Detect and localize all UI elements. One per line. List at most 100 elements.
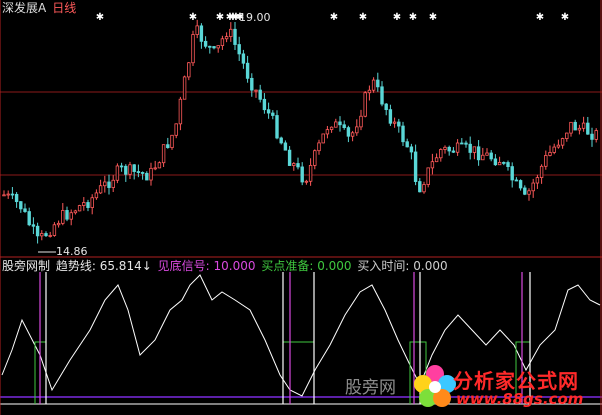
- candle-body: [506, 162, 510, 167]
- candle-body: [166, 144, 170, 148]
- candle-body: [140, 172, 145, 174]
- candle-body: [493, 158, 498, 166]
- candle-body: [187, 62, 191, 78]
- candle-body: [195, 25, 199, 35]
- candle-body: [367, 89, 372, 94]
- candle-body: [241, 53, 246, 64]
- signal-star-icon: ✱: [561, 12, 569, 23]
- signal-star-icon: ✱: [536, 12, 544, 23]
- bottom-signal-value: 10.000: [213, 259, 256, 273]
- candle-body: [203, 40, 208, 47]
- stock-name: 深发展A: [2, 1, 47, 15]
- candle-body: [594, 130, 598, 140]
- candle-body: [485, 152, 489, 156]
- candle-body: [19, 201, 23, 210]
- candle-body: [405, 141, 409, 148]
- candle-body: [401, 125, 405, 143]
- candle-body: [23, 208, 27, 212]
- candle-body: [455, 142, 460, 153]
- candle-body: [119, 165, 124, 168]
- signal-star-icon: ✱: [189, 12, 197, 23]
- candle-body: [275, 115, 279, 139]
- candle-body: [518, 180, 523, 189]
- signal-star-icon: ✱: [216, 12, 224, 23]
- buy-time-value: 0.000: [413, 259, 448, 273]
- candle-body: [216, 45, 220, 49]
- candle-body: [250, 77, 254, 91]
- candle-body: [581, 122, 586, 129]
- candle-body: [380, 86, 384, 105]
- candle-body: [476, 146, 481, 161]
- high-price-label: 19.00: [239, 11, 271, 24]
- candle-body: [502, 162, 506, 164]
- signal-star-icon: ✱: [429, 12, 437, 23]
- brand-url[interactable]: www.88gs.com: [456, 390, 583, 408]
- candle-body: [111, 179, 115, 188]
- candle-body: [384, 103, 388, 110]
- signal-star-icon: ✱: [330, 12, 338, 23]
- chart-window[interactable]: ✱ ✱ ✱ ✱ ✱ ✱ ✱ ✱ ✱ ✱ ✱ ✱ ✱ ✱ 深发展A 日线 19.00 14.86 股旁网制 趋…: [0, 0, 602, 415]
- candle-body: [296, 163, 300, 168]
- candle-body: [77, 205, 82, 212]
- candle-body: [145, 172, 149, 181]
- candle-body: [397, 121, 401, 127]
- candle-body: [245, 62, 250, 79]
- candle-body: [359, 115, 363, 128]
- candle-body: [103, 181, 107, 187]
- candle-body: [220, 38, 225, 47]
- period-label: 日线: [52, 1, 77, 15]
- candle-body: [233, 28, 237, 45]
- trend-label: 趋势线:: [55, 259, 96, 273]
- candle-body: [149, 167, 153, 181]
- candle-body: [552, 146, 556, 153]
- candle-body: [573, 121, 577, 131]
- candle-body: [548, 152, 552, 156]
- candle-body: [157, 162, 162, 169]
- candle-body: [430, 161, 435, 169]
- candle-body: [350, 132, 355, 137]
- bottom-signal-label: 见底信号:: [157, 259, 210, 273]
- candle-body: [56, 222, 61, 226]
- candle-body: [262, 98, 267, 111]
- candle-body: [161, 144, 166, 164]
- chart-canvas[interactable]: ✱ ✱ ✱ ✱✱✱✱ ✱ ✱ ✱ ✱ ✱ ✱ ✱: [0, 0, 602, 415]
- candle-body: [229, 28, 233, 37]
- signal-star-icon: ✱: [409, 12, 417, 23]
- indicator-name[interactable]: 股旁网制: [2, 259, 50, 273]
- candle-body: [2, 194, 6, 197]
- signal-star-icon: ✱: [393, 12, 401, 23]
- candle-body: [35, 225, 40, 237]
- candle-body: [376, 79, 380, 88]
- candle-body: [577, 127, 582, 131]
- candle-body: [569, 121, 573, 134]
- candle-body: [313, 150, 317, 166]
- candle-body: [418, 181, 422, 193]
- candle-body: [115, 165, 120, 181]
- candle-body: [254, 89, 258, 92]
- candle-body: [237, 44, 241, 55]
- candle-body: [82, 202, 86, 206]
- candle-body: [586, 122, 590, 135]
- candle-body: [73, 210, 78, 214]
- candle-body: [283, 142, 288, 151]
- candle-body: [556, 144, 561, 148]
- candle-body: [342, 124, 346, 129]
- candle-body: [371, 79, 376, 91]
- candle-body: [497, 162, 502, 166]
- candle-body: [98, 185, 103, 194]
- candle-body: [300, 166, 304, 183]
- buy-prep-value: 0.000: [317, 259, 352, 273]
- candle-body: [258, 89, 262, 100]
- candle-body: [489, 152, 493, 160]
- candle-body: [451, 150, 456, 153]
- candle-body: [124, 165, 128, 175]
- candle-body: [443, 146, 447, 150]
- candle-body: [90, 197, 94, 208]
- candle-body: [321, 133, 325, 144]
- candle-body: [224, 36, 229, 40]
- candle-body: [531, 182, 535, 192]
- candle-body: [6, 193, 10, 196]
- trend-value: 65.814: [99, 259, 142, 273]
- candle-body: [338, 121, 342, 126]
- candle-body: [539, 165, 544, 179]
